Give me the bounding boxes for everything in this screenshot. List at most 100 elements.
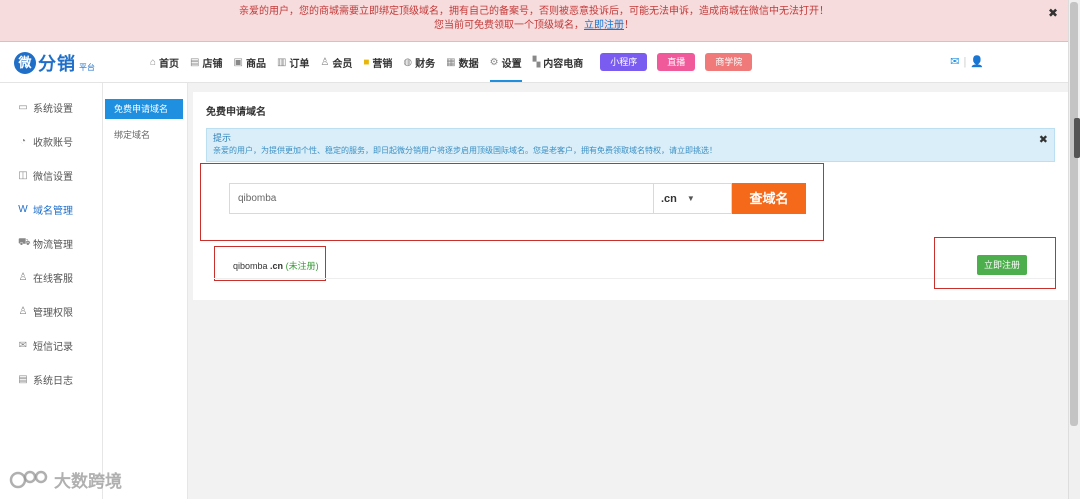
scrollbar-thumb[interactable] <box>1070 2 1078 426</box>
sidebar-item-label: 在线客服 <box>33 273 73 285</box>
banner-line-2-prefix: 您当前可免费领取一个顶级域名， <box>434 20 584 31</box>
watermark: 大数跨境 <box>8 467 122 492</box>
sidebar-item-online-service[interactable]: ♙ 在线客服 <box>0 260 102 294</box>
banner-line-1: 亲爱的用户，您的商城需要立即绑定顶级域名，拥有自己的备案号，否则被恶意投诉后，可… <box>239 6 829 17</box>
logo[interactable]: 微 分销 平台 <box>14 50 95 76</box>
nav-item-label: 订单 <box>289 58 310 70</box>
sub-nav: 免费申请域名 绑定域名 <box>103 83 188 499</box>
logo-mark: 微 <box>14 52 36 74</box>
domain-search-input[interactable] <box>229 183 653 214</box>
tip-body: 亲爱的用户，为提供更加个性、稳定的服务，即日起微分销用户将逐步启用顶级国际域名。… <box>213 146 717 155</box>
logo-sub: 平台 <box>79 62 95 72</box>
store-icon: ▤ <box>190 56 200 68</box>
banner-register-link[interactable]: 立即注册 <box>584 20 624 31</box>
chart-icon: ▦ <box>446 56 456 68</box>
nav-item-label: 店铺 <box>202 58 223 70</box>
person-icon: ♙ <box>18 271 28 283</box>
watermark-text: 大数跨境 <box>54 472 122 491</box>
log-icon: ▤ <box>18 373 28 385</box>
search-domain-button[interactable]: 查域名 <box>732 183 806 214</box>
close-icon[interactable]: ✖ <box>1039 133 1048 146</box>
marketing-icon: ■ <box>363 56 370 68</box>
sidebar-item-label: 管理权限 <box>33 307 73 319</box>
academy-button[interactable]: 商学院 <box>705 53 753 71</box>
header-separator: | <box>963 55 967 68</box>
suffix-value: .cn <box>661 192 677 205</box>
mini-program-button[interactable]: 小程序 <box>600 53 648 71</box>
result-domain-ext: .cn <box>270 261 284 271</box>
banner-line-2: 您当前可免费领取一个顶级域名，立即注册！ <box>0 19 1068 33</box>
sidebar-item-label: 收款账号 <box>33 137 73 149</box>
sidebar-item-sms-records[interactable]: ✉ 短信记录 <box>0 328 102 362</box>
user-icon[interactable]: 👤 <box>970 55 984 68</box>
result-domain-name: qibomba <box>233 261 268 271</box>
nav-item-label: 设置 <box>501 58 522 70</box>
product-icon: ▣ <box>233 56 243 68</box>
live-button[interactable]: 直播 <box>657 53 696 71</box>
mail-icon: ✉ <box>18 339 28 351</box>
scrollbar-marker <box>1074 118 1080 158</box>
sidebar-item-domain-management[interactable]: W 域名管理 <box>0 192 102 226</box>
main-panel: 免费申请域名 提示 亲爱的用户，为提供更加个性、稳定的服务，即日起微分销用户将逐… <box>193 92 1068 300</box>
nav-item-products[interactable]: ▣ 商品 <box>234 42 266 82</box>
warning-banner: 亲爱的用户，您的商城需要立即绑定顶级域名，拥有自己的备案号，否则被恶意投诉后，可… <box>0 0 1068 42</box>
subnav-bind-domain[interactable]: 绑定域名 <box>105 125 183 145</box>
nav-item-label: 财务 <box>415 58 436 70</box>
sidebar-item-label: 微信设置 <box>33 171 73 183</box>
logo-text: 分销 <box>38 54 76 74</box>
nav-item-label: 会员 <box>332 58 353 70</box>
nav-item-label: 营销 <box>372 58 393 70</box>
domain-suffix-select[interactable]: .cn ▼ <box>653 183 732 214</box>
nav-item-label: 商品 <box>245 58 266 70</box>
wallet-icon: ◔ <box>19 135 27 147</box>
sidebar-item-system-settings[interactable]: ▭ 系统设置 <box>0 90 102 124</box>
chat-icon: ◫ <box>18 169 28 181</box>
chevron-down-icon: ▼ <box>686 194 695 203</box>
sidebar-item-permissions[interactable]: ♙ 管理权限 <box>0 294 102 328</box>
nav-item-label: 数据 <box>458 58 479 70</box>
gear-icon: ⚙ <box>489 56 499 68</box>
sidebar-item-label: 域名管理 <box>33 205 73 217</box>
result-status: (未注册) <box>285 261 319 271</box>
sidebar-item-logistics[interactable]: ⛟ 物流管理 <box>0 226 102 260</box>
tip-title: 提示 <box>213 133 232 143</box>
nav-item-label: 首页 <box>159 58 180 70</box>
domain-result: qibomba .cn (未注册) <box>233 259 319 272</box>
nav-item-marketing[interactable]: ■ 营销 <box>363 42 392 82</box>
sidebar-item-system-log[interactable]: ▤ 系统日志 <box>0 362 102 396</box>
watermark-logo-icon <box>9 470 48 488</box>
nav-item-data[interactable]: ▦ 数据 <box>446 42 478 82</box>
home-icon: ⌂ <box>150 56 157 68</box>
sidebar: ▭ 系统设置 ◔ 收款账号 ◫ 微信设置 W 域名管理 ⛟ 物流管理 ♙ 在线客服 ♙ 管理权… <box>0 83 103 499</box>
user-icon: ♙ <box>320 56 330 68</box>
nav-item-orders[interactable]: ▥ 订单 <box>277 42 309 82</box>
nav-item-home[interactable]: ⌂ 首页 <box>150 42 179 82</box>
truck-icon: ⛟ <box>18 236 31 248</box>
sidebar-item-label: 系统日志 <box>33 375 73 387</box>
nav-item-settings[interactable]: ⚙ 设置 <box>489 42 522 82</box>
header-right: ✉ | 👤 <box>950 55 984 69</box>
sidebar-item-wechat-settings[interactable]: ◫ 微信设置 <box>0 158 102 192</box>
sidebar-item-payment-account[interactable]: ◔ 收款账号 <box>0 124 102 158</box>
divider <box>214 278 1055 279</box>
subnav-free-domain[interactable]: 免费申请域名 <box>105 99 183 119</box>
banner-line-2-suffix: ！ <box>624 20 634 31</box>
person-icon: ♙ <box>18 305 28 317</box>
nav-item-label: 内容电商 <box>543 58 584 70</box>
order-icon: ▥ <box>276 56 287 68</box>
register-button[interactable]: 立即注册 <box>977 255 1027 275</box>
nav-item-members[interactable]: ♙ 会员 <box>320 42 352 82</box>
sidebar-item-label: 物流管理 <box>33 239 73 251</box>
mail-icon[interactable]: ✉ <box>950 55 959 68</box>
banner-close-icon[interactable]: ✖ <box>1048 6 1058 20</box>
monitor-icon: ▭ <box>18 101 28 113</box>
nav-item-store[interactable]: ▤ 店铺 <box>190 42 222 82</box>
nav-item-finance[interactable]: ◍ 财务 <box>403 42 435 82</box>
page-title: 免费申请域名 <box>206 107 266 118</box>
top-header: 微 分销 平台 ⌂ 首页 ▤ 店铺 ▣ 商品 ▥ 订单 ♙ 会员 ■ 营销 ◍ 财务 ▦ 数据 … <box>0 42 1068 83</box>
main-nav: ⌂ 首页 ▤ 店铺 ▣ 商品 ▥ 订单 ♙ 会员 ■ 营销 ◍ 财务 ▦ 数据 ⚙ 设置 ▚ 内容电… <box>150 42 762 82</box>
nav-item-content-commerce[interactable]: ▚ 内容电商 <box>533 42 584 82</box>
tip-box: 提示 亲爱的用户，为提供更加个性、稳定的服务，即日起微分销用户将逐步启用顶级国际… <box>206 128 1055 162</box>
sidebar-item-label: 短信记录 <box>33 341 73 353</box>
sidebar-item-label: 系统设置 <box>33 103 73 115</box>
